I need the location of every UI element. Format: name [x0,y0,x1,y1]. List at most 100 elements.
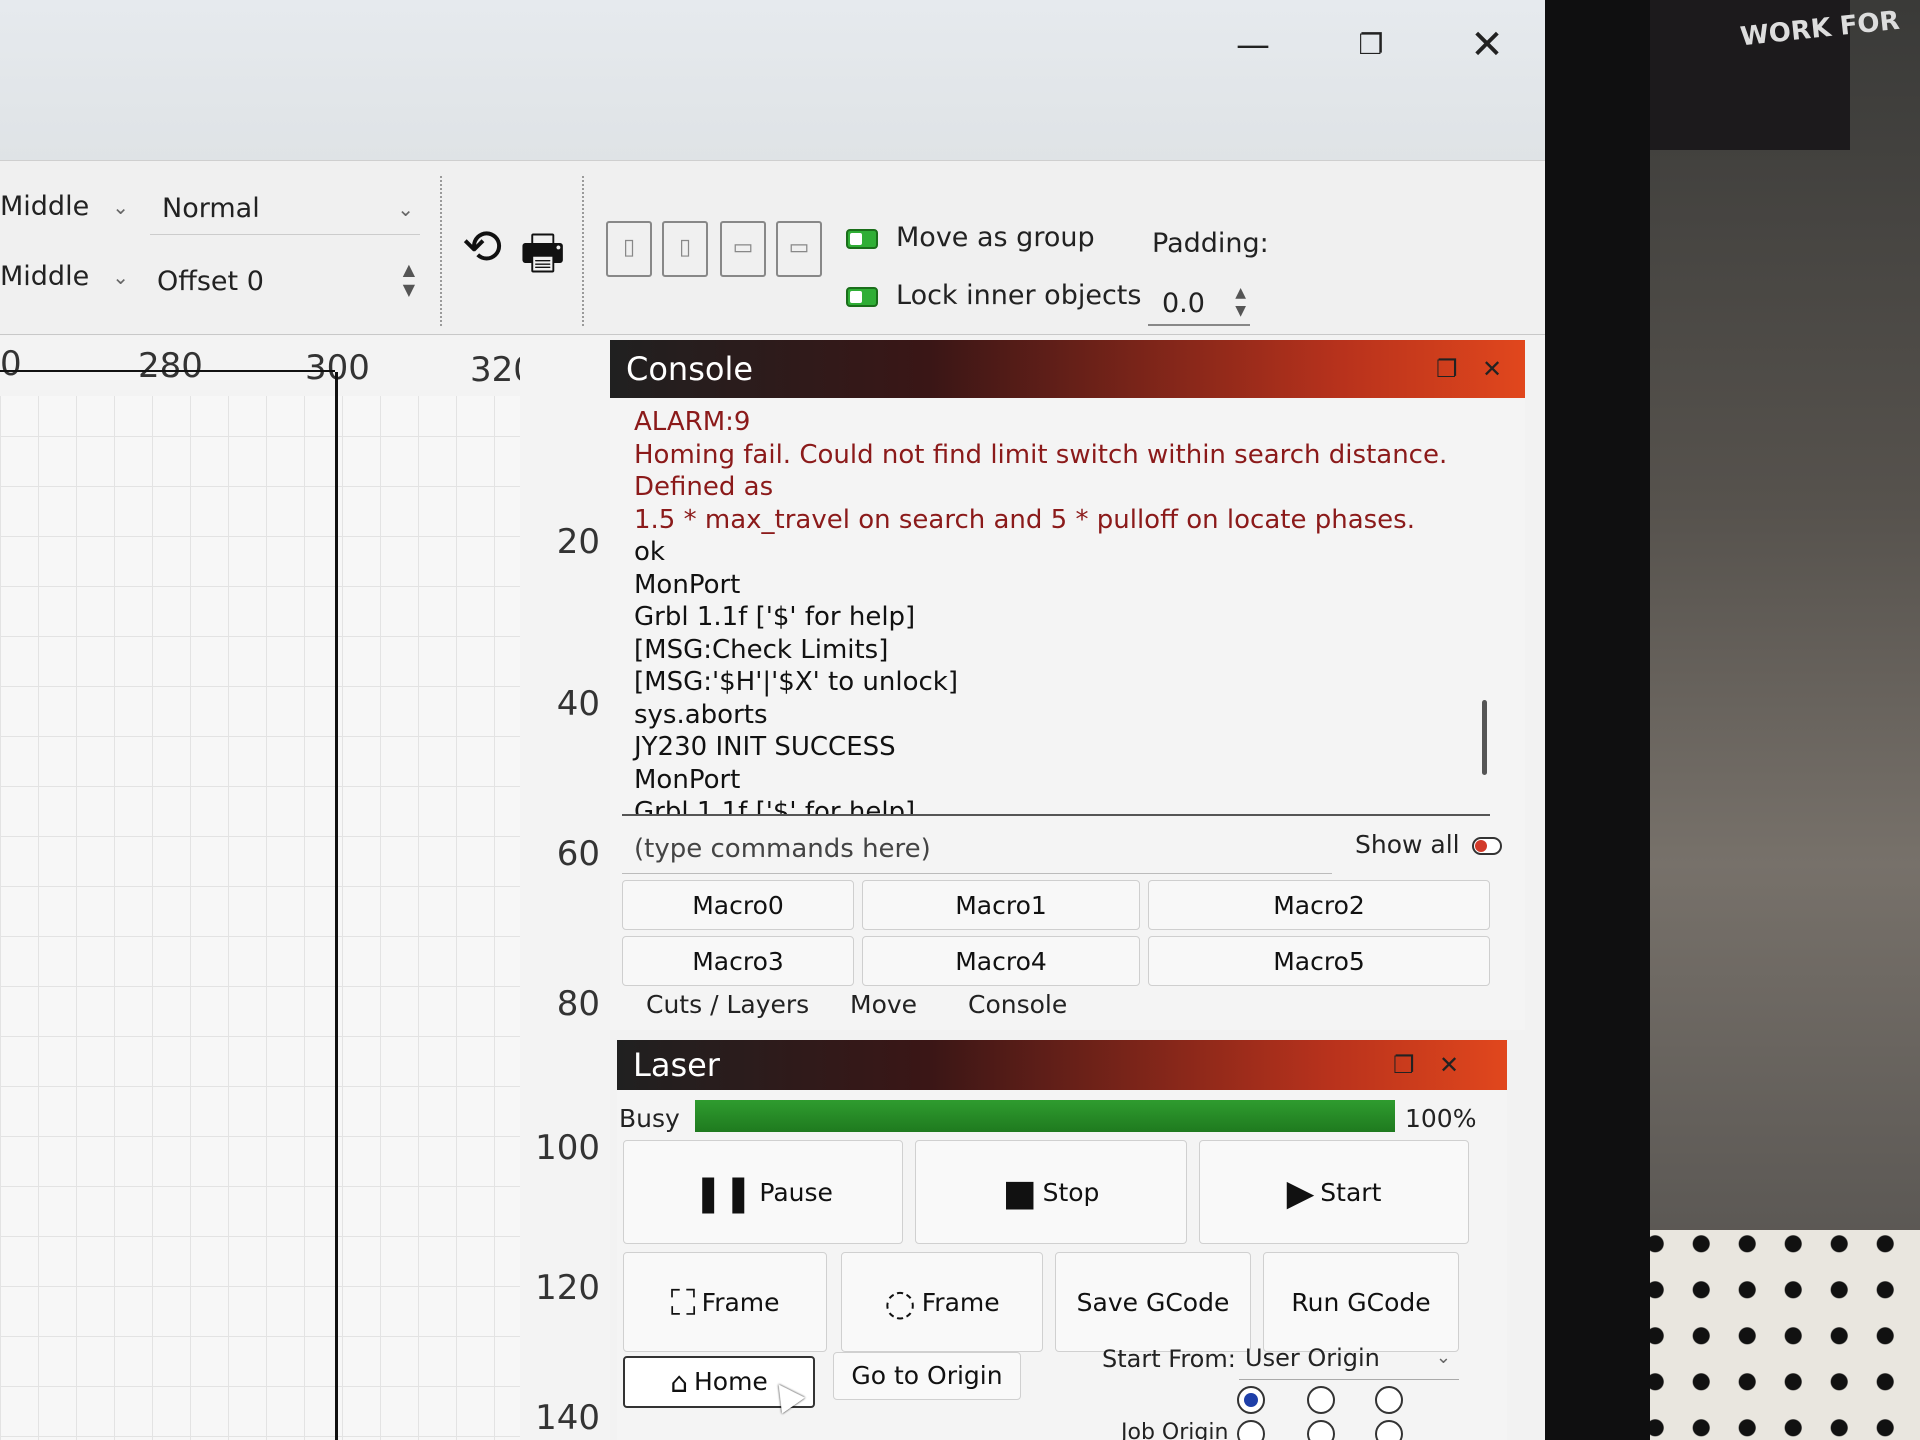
log-line: MonPort [634,764,741,795]
blend-mode-value: Normal [162,193,260,224]
padding-spinbox[interactable]: 0.0 ▲ ▼ [1148,282,1250,326]
frame-rect-label: Frame [701,1288,780,1317]
toggle-icon [1471,837,1502,855]
close-panel-icon[interactable]: ✕ [1439,1040,1459,1090]
macro3-button[interactable]: Macro3 [622,936,854,986]
log-line: Homing fail. Could not find limit switch… [634,439,1448,503]
go-to-origin-button[interactable]: Go to Origin [833,1352,1021,1400]
align-right-icon[interactable]: ▯ [662,221,708,277]
job-origin-radio-middle-right[interactable] [1375,1420,1403,1440]
show-all-toggle[interactable]: Show all [1355,830,1502,859]
chevron-down-icon: ⌄ [397,197,414,221]
padding-value: 0.0 [1162,288,1205,319]
pause-button[interactable]: ❚❚ Pause [623,1140,903,1244]
ruler-tick-label: 100 [535,1128,600,1168]
console-log: ALARM:9 Homing fail. Could not find limi… [622,406,1502,814]
progress-fill [695,1100,1395,1132]
console-panel: Console ❐ ✕ ALARM:9 Homing fail. Could n… [610,340,1525,1030]
macro0-button[interactable]: Macro0 [622,880,854,930]
play-icon: ▶ [1286,1173,1315,1214]
command-input[interactable] [622,824,1332,874]
pause-label: Pause [759,1178,833,1207]
printer-cut-icon[interactable]: 🖶 [520,219,565,281]
ruler-tick-label: 60 [556,834,600,874]
job-origin-radio-top-left[interactable] [1237,1386,1265,1414]
laser-panel: Laser ❐ ✕ Busy 100% ❚❚ Pause ■ Stop ▶ Start… [617,1040,1507,1440]
move-as-group-label: Move as group [896,222,1095,253]
checkbox-on-icon [846,228,878,249]
spin-arrows-icon[interactable]: ▲ ▼ [403,260,415,300]
align-top-icon[interactable]: ▭ [720,221,766,277]
home-label: Home [693,1367,768,1396]
job-origin-radio-middle-center[interactable] [1307,1420,1335,1440]
ruler-tick-label: 20 [556,522,600,562]
laser-header: Laser ❐ ✕ [617,1040,1507,1090]
frame-circle-button[interactable]: ◌ Frame [841,1252,1043,1352]
blend-mode-dropdown[interactable]: Normal ⌄ [150,183,420,235]
work-area-border-top [0,370,335,372]
macro1-button[interactable]: Macro1 [862,880,1140,930]
lock-inner-objects-checkbox[interactable]: Lock inner objects [846,280,1141,311]
minimize-button[interactable]: — [1218,20,1288,70]
start-from-value: User Origin [1245,1344,1380,1372]
frame-circle-label: Frame [921,1288,1000,1317]
job-origin-radio-middle-left[interactable] [1237,1420,1265,1440]
checkbox-on-icon [846,286,878,307]
lightburn-window: — ❐ ✕ Middle ⌄ Normal ⌄ Middle ⌄ Offset … [0,0,1545,1440]
work-area-border-right [335,372,338,1440]
stop-icon: ■ [1002,1173,1037,1214]
frame-rectangle-icon: ⛶ [670,1283,696,1324]
chevron-down-icon: ⌄ [112,195,129,219]
ruler-tick-label: 140 [535,1398,600,1438]
stop-label: Stop [1042,1178,1100,1207]
restore-button[interactable]: ❐ [1336,20,1406,70]
close-button[interactable]: ✕ [1452,20,1522,70]
move-as-group-checkbox[interactable]: Move as group [846,222,1095,253]
log-line: JY230 INIT SUCCESS [634,732,896,762]
ruler-tick-label: 40 [556,684,600,724]
tab-move[interactable]: Move [850,990,917,1030]
log-line: [MSG:Check Limits] [634,634,889,665]
stop-button[interactable]: ■ Stop [915,1140,1187,1244]
start-button[interactable]: ▶ Start [1199,1140,1469,1244]
rotate-icon[interactable]: ⟲ [462,219,502,279]
job-origin-label: Job Origin [1121,1420,1229,1440]
vertical-align-dropdown[interactable]: Middle ⌄ [0,181,135,233]
macro4-button[interactable]: Macro4 [862,936,1140,986]
log-line: ALARM:9 [634,407,751,437]
design-canvas[interactable] [0,336,610,1440]
console-header: Console ❐ ✕ [610,340,1525,398]
spin-arrows-icon[interactable]: ▲ ▼ [1235,284,1246,320]
padding-label: Padding: [1152,228,1269,259]
home-icon: ⌂ [670,1366,688,1399]
frame-circle-icon: ◌ [884,1283,916,1324]
frame-rect-button[interactable]: ⛶ Frame [623,1252,827,1352]
ruler-tick-label: 80 [556,984,600,1024]
job-origin-radio-top-center[interactable] [1307,1386,1335,1414]
float-panel-icon[interactable]: ❐ [1436,340,1458,398]
ruler-tick-label: 280 [138,346,203,386]
offset-spinbox[interactable]: Offset 0 ▲ ▼ [145,256,425,308]
monitor-bezel [1540,0,1650,1440]
save-gcode-button[interactable]: Save GCode [1055,1252,1251,1352]
job-origin-radio-top-right[interactable] [1375,1386,1403,1414]
log-line: ok [634,537,665,567]
log-line: sys.aborts [634,699,768,730]
ruler-tick-label: 0 [0,344,22,384]
align-bottom-icon[interactable]: ▭ [776,221,822,277]
align-left-icon[interactable]: ▯ [606,221,652,277]
horizontal-ruler: 0 280 300 320 0 [0,336,610,396]
console-scrollbar[interactable] [1482,700,1487,775]
vertical-align-dropdown-2[interactable]: Middle ⌄ [0,251,135,303]
float-panel-icon[interactable]: ❐ [1393,1040,1415,1090]
macro2-button[interactable]: Macro2 [1148,880,1490,930]
start-from-label: Start From: [1102,1345,1236,1373]
lock-inner-objects-label: Lock inner objects [896,280,1142,311]
macro5-button[interactable]: Macro5 [1148,936,1490,986]
offset-value: Offset 0 [157,266,264,297]
tab-cuts-layers[interactable]: Cuts / Layers [646,990,809,1030]
close-panel-icon[interactable]: ✕ [1482,340,1502,398]
title-bar: — ❐ ✕ [0,0,1545,160]
start-from-dropdown[interactable]: User Origin ⌄ [1239,1336,1459,1380]
tab-console[interactable]: Console [968,990,1067,1030]
